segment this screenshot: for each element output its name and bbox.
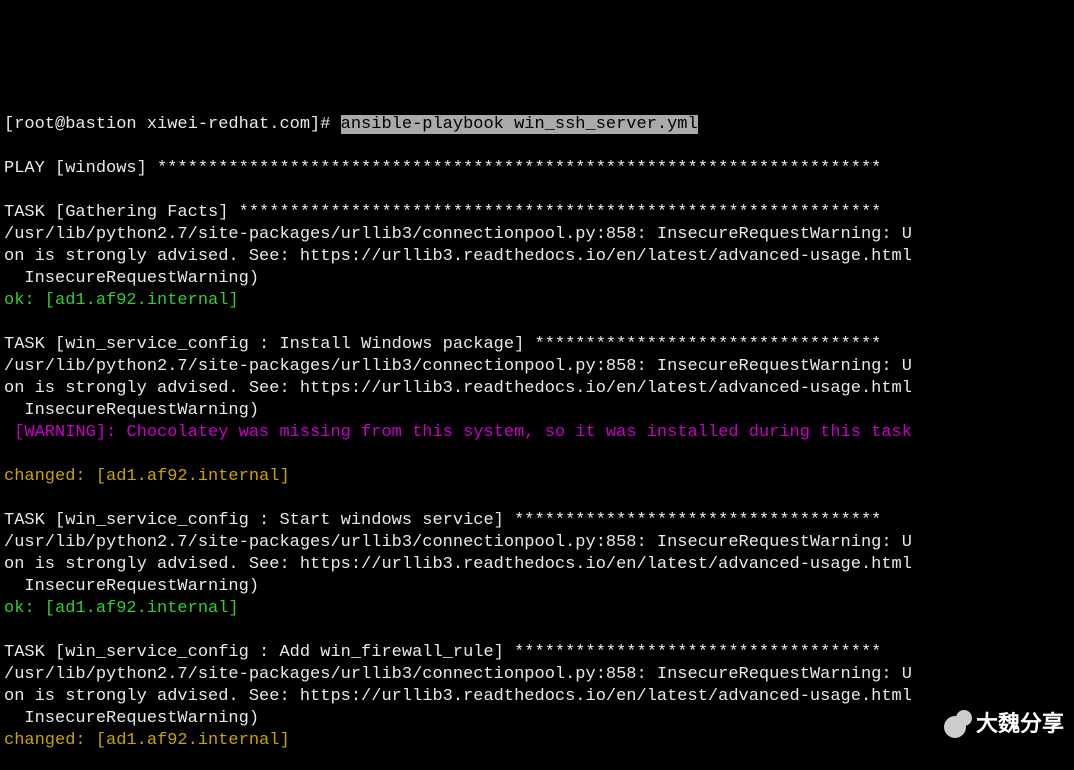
warning-line: /usr/lib/python2.7/site-packages/urllib3… bbox=[4, 533, 912, 552]
warning-line: on is strongly advised. See: https://url… bbox=[4, 555, 912, 574]
warning-line: InsecureRequestWarning) bbox=[4, 269, 259, 288]
warning-line: /usr/lib/python2.7/site-packages/urllib3… bbox=[4, 665, 912, 684]
ok-status: ok: [ad1.af92.internal] bbox=[4, 599, 239, 618]
task-start-service: TASK [win_service_config : Start windows… bbox=[4, 511, 881, 530]
warning-line: InsecureRequestWarning) bbox=[4, 709, 259, 728]
warning-line: /usr/lib/python2.7/site-packages/urllib3… bbox=[4, 225, 912, 244]
task-install-package: TASK [win_service_config : Install Windo… bbox=[4, 335, 881, 354]
terminal-output[interactable]: [root@bastion xiwei-redhat.com]# ansible… bbox=[0, 110, 1074, 770]
changed-status: changed: [ad1.af92.internal] bbox=[4, 467, 290, 486]
warning-line: /usr/lib/python2.7/site-packages/urllib3… bbox=[4, 357, 912, 376]
entered-command: ansible-playbook win_ssh_server.yml bbox=[341, 115, 698, 134]
warning-line: on is strongly advised. See: https://url… bbox=[4, 247, 912, 266]
task-firewall-rule: TASK [win_service_config : Add win_firew… bbox=[4, 643, 881, 662]
chocolatey-warning: [WARNING]: Chocolatey was missing from t… bbox=[14, 423, 912, 442]
shell-prompt: [root@bastion xiwei-redhat.com]# bbox=[4, 115, 341, 134]
play-header: PLAY [windows] *************************… bbox=[4, 159, 881, 178]
warning-line: InsecureRequestWarning) bbox=[4, 577, 259, 596]
warning-line: on is strongly advised. See: https://url… bbox=[4, 687, 912, 706]
warning-line: InsecureRequestWarning) bbox=[4, 401, 259, 420]
changed-status: changed: [ad1.af92.internal] bbox=[4, 731, 290, 750]
ok-status: ok: [ad1.af92.internal] bbox=[4, 291, 239, 310]
task-gathering-facts: TASK [Gathering Facts] *****************… bbox=[4, 203, 881, 222]
warning-line: on is strongly advised. See: https://url… bbox=[4, 379, 912, 398]
